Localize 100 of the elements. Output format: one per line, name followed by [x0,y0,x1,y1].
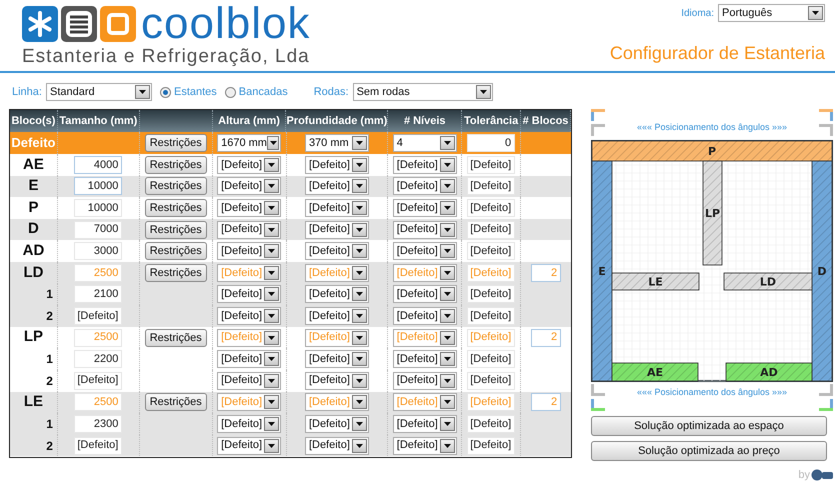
shelf-block[interactable]: LD [724,272,812,290]
credit-by: by [798,468,810,483]
column-header: Bloco(s) [11,114,56,129]
restrictions-button[interactable]: Restrições [144,134,207,152]
input-field[interactable]: [Defeito] [467,198,516,217]
select-field[interactable]: [Defeito] [217,372,282,390]
select-field[interactable]: Português [718,4,825,22]
select-field[interactable]: [Defeito] [392,372,457,390]
brand-tagline: Estanteria e Refrigeração, Lda [22,46,310,68]
column-header: # Níveis [404,114,446,129]
select-field[interactable]: [Defeito] [392,350,457,368]
corner-marker-icon [591,384,605,396]
select-field[interactable]: [Defeito] [304,242,369,260]
corner-marker-icon [818,399,833,411]
input-field[interactable]: [Defeito] [74,306,122,325]
restrictions-button[interactable]: Restrições [144,242,207,260]
select-field[interactable]: [Defeito] [304,177,369,196]
input-field[interactable]: 10000 [74,177,122,196]
square-logo-icon [100,6,136,42]
radio-button[interactable] [160,86,171,98]
shelf-block[interactable]: E [592,160,612,382]
select-field[interactable]: 370 mm [304,134,369,152]
asterisk-logo-icon [22,6,58,42]
input-field[interactable]: [Defeito] [467,372,516,390]
select-field[interactable]: [Defeito] [304,414,369,433]
input-field[interactable]: [Defeito] [467,436,516,455]
optimize-button[interactable]: Solução optimizada ao preço [591,441,827,461]
input-field[interactable]: [Defeito] [467,414,516,433]
input-field[interactable]: 2300 [74,414,122,433]
restrictions-button[interactable]: Restrições [144,264,207,282]
select-field[interactable]: Standard [46,83,152,101]
corner-marker-icon [818,109,833,121]
block-label: 1 [46,351,53,368]
input-field[interactable]: 2100 [74,285,122,304]
select-field[interactable]: [Defeito] [217,285,282,304]
select-field[interactable]: [Defeito] [304,198,369,217]
restrictions-button[interactable]: Restrições [144,198,207,217]
input-field[interactable]: [Defeito] [467,156,516,174]
select-field[interactable]: [Defeito] [217,306,282,325]
shelf-block[interactable]: LP [702,160,722,266]
select-field[interactable]: [Defeito] [217,198,282,217]
corner-marker-icon [818,124,833,136]
select-field[interactable]: [Defeito] [217,156,282,174]
select-field[interactable]: [Defeito] [304,306,369,325]
shelf-block[interactable]: AE [612,362,698,382]
corner-marker-icon [591,124,605,136]
select-field[interactable]: [Defeito] [392,177,457,196]
input-field[interactable]: [Defeito] [467,177,516,196]
select-field[interactable]: 1670 mm [217,134,282,152]
input-field[interactable]: [Defeito] [467,285,516,304]
select-field[interactable]: [Defeito] [304,220,369,239]
select-field[interactable]: [Defeito] [304,350,369,368]
select-field[interactable]: [Defeito] [392,242,457,260]
select-field[interactable]: [Defeito] [217,177,282,196]
language-label: Idioma: [681,6,714,20]
select-field[interactable]: 4 [392,134,457,152]
input-field[interactable]: [Defeito] [467,220,516,239]
select-field[interactable]: [Defeito] [304,156,369,174]
shelf-block[interactable]: AD [726,362,812,382]
input-field[interactable]: [Defeito] [467,350,516,368]
select-field[interactable]: Sem rodas [352,83,493,101]
select-field[interactable]: [Defeito] [392,220,457,239]
restrictions-button[interactable]: Restrições [144,220,207,239]
select-field[interactable]: [Defeito] [392,156,457,174]
select-field[interactable]: [Defeito] [217,436,282,455]
optimize-button[interactable]: Solução optimizada ao espaço [591,416,827,436]
select-field[interactable]: [Defeito] [217,350,282,368]
lines-logo-icon [61,6,97,42]
input-field[interactable]: 3000 [74,242,122,260]
select-field[interactable]: [Defeito] [392,285,457,304]
shelf-block[interactable]: P [592,140,832,162]
select-field[interactable]: [Defeito] [392,436,457,455]
restrictions-button[interactable]: Restrições [144,328,207,347]
restrictions-button[interactable]: Restrições [144,156,207,174]
column-header: # Blocos [522,114,568,129]
block-label: AE [23,154,44,175]
shelf-block[interactable]: LE [612,272,700,290]
input-field[interactable]: 4000 [74,156,122,174]
select-field[interactable]: [Defeito] [217,242,282,260]
radio-button[interactable] [224,86,236,98]
select-field[interactable]: [Defeito] [392,414,457,433]
select-field[interactable]: [Defeito] [392,306,457,325]
select-field[interactable]: [Defeito] [217,220,282,239]
select-field[interactable]: [Defeito] [304,436,369,455]
select-field[interactable]: [Defeito] [304,285,369,304]
restrictions-button[interactable]: Restrições [144,393,207,412]
select-field[interactable]: [Defeito] [392,198,457,217]
input-field[interactable]: 2200 [74,350,122,368]
corner-marker-icon [591,399,605,411]
select-field[interactable]: [Defeito] [304,372,369,390]
restrictions-button[interactable]: Restrições [144,177,207,196]
input-field[interactable]: 10000 [74,198,122,217]
shelf-block[interactable]: D [812,160,832,382]
input-field[interactable]: [Defeito] [467,306,516,325]
select-field[interactable]: [Defeito] [217,414,282,433]
input-field[interactable]: [Defeito] [467,242,516,260]
input-field[interactable]: 7000 [74,220,122,239]
input-field[interactable]: [Defeito] [74,436,122,455]
input-field[interactable]: [Defeito] [74,372,122,390]
input-field[interactable]: 0 [467,134,516,152]
